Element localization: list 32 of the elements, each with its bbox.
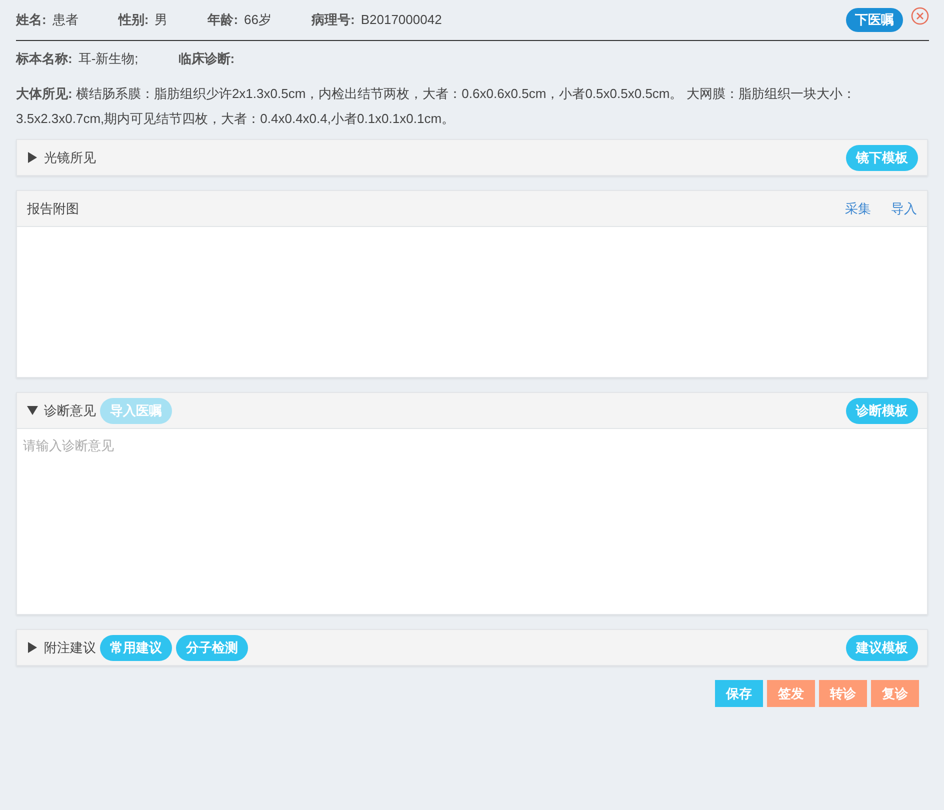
field-value: 患者	[52, 12, 78, 27]
template-button[interactable]: 建议模板	[846, 634, 918, 660]
caret-icon[interactable]	[27, 152, 38, 163]
panel-link[interactable]: 采集	[845, 200, 871, 218]
field-label: 性别:	[118, 12, 149, 27]
action-button[interactable]: 转诊	[819, 680, 867, 707]
action-button[interactable]: 签发	[767, 680, 815, 707]
field-label: 姓名:	[16, 12, 46, 27]
field-label: 年龄:	[208, 12, 238, 27]
close-icon[interactable]	[911, 7, 929, 25]
field-value: 耳-新生物;	[78, 51, 138, 66]
caret-icon[interactable]	[27, 405, 38, 416]
template-button[interactable]: 镜下模板	[846, 144, 918, 170]
field-label: 临床诊断:	[178, 51, 235, 66]
panel-title[interactable]: 诊断意见	[44, 402, 96, 420]
panel-link[interactable]: 导入	[891, 200, 917, 218]
caret-icon[interactable]	[27, 642, 38, 653]
panel-title: 报告附图	[27, 200, 79, 218]
panel-button[interactable]: 分子检测	[176, 634, 248, 660]
field-value: 男	[154, 12, 168, 27]
action-button[interactable]: 保存	[715, 680, 763, 707]
gross-description: 大体所见: 横结肠系膜：脂肪组织少许2x1.3x0.5cm，内检出结节两枚，大者：0.6x0.6x0.5cm，小者0.5x0.5x0.5cm。 大网膜：脂肪组织一块大小：3.5x2.3x0.7cm,期内可见结节四枚，大者：0.4x0.4x0.4,小者0.1x0.1x0.1cm。	[16, 85, 856, 128]
template-button[interactable]: 诊断模板	[846, 398, 918, 424]
field-value: 66岁	[244, 12, 272, 27]
field-value: B2017000042	[360, 12, 442, 27]
panel-title[interactable]: 光镜所见	[44, 148, 96, 166]
panel-title[interactable]: 附注建议	[44, 638, 96, 656]
action-button[interactable]: 复诊	[871, 680, 919, 707]
panel-button[interactable]: 常用建议	[100, 634, 172, 660]
order-button[interactable]: 下医嘱	[846, 8, 903, 32]
field-label: 标本名称:	[16, 51, 72, 66]
field-label: 病理号:	[312, 12, 355, 27]
